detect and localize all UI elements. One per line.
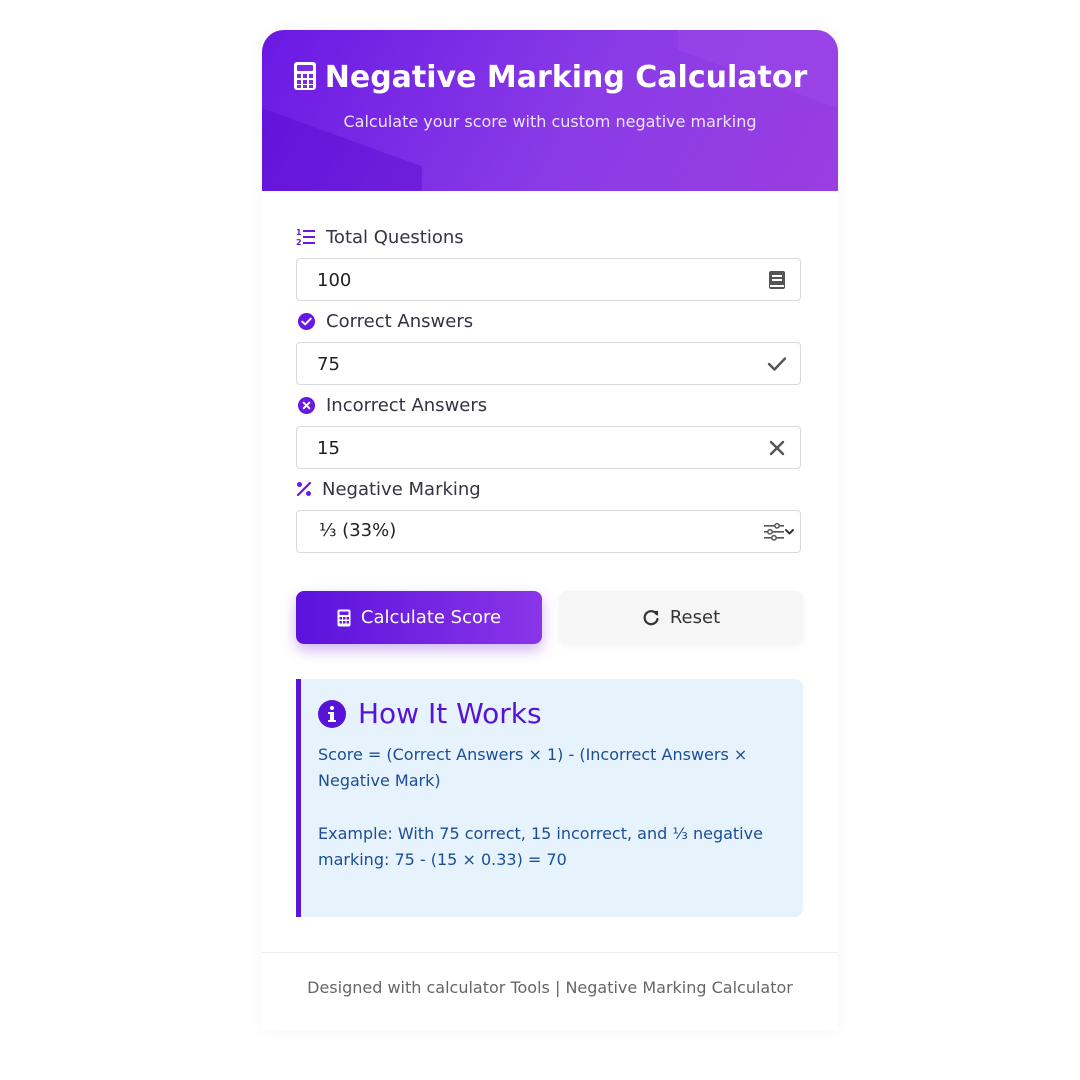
redo-icon xyxy=(642,609,660,627)
incorrect-answers-label: Incorrect Answers xyxy=(296,393,487,417)
check-icon xyxy=(766,353,788,375)
reset-button[interactable]: Reset xyxy=(559,591,803,644)
how-it-works-panel: How It Works Score = (Correct Answers × … xyxy=(296,679,803,917)
info-heading: How It Works xyxy=(318,697,542,730)
divider xyxy=(262,952,838,953)
page-title: Negative Marking Calculator xyxy=(262,60,838,99)
info-title-text: How It Works xyxy=(358,697,542,730)
info-icon xyxy=(318,699,346,728)
label-text: Incorrect Answers xyxy=(326,394,488,416)
negative-marking-select[interactable]: ⅓ (33%) xyxy=(296,510,801,553)
svg-text:1: 1 xyxy=(296,228,302,237)
total-questions-field[interactable] xyxy=(296,258,801,301)
correct-answers-input[interactable] xyxy=(315,343,739,385)
percent-icon xyxy=(296,479,312,499)
x-circle-icon xyxy=(296,395,316,415)
label-text: Negative Marking xyxy=(322,478,481,500)
total-questions-label: 1 2 Total Questions xyxy=(296,225,464,249)
ordered-list-icon: 1 2 xyxy=(296,227,316,247)
calculator-card: Negative Marking Calculator Calculate yo… xyxy=(262,30,838,1030)
label-text: Total Questions xyxy=(326,226,464,248)
info-formula: Score = (Correct Answers × 1) - (Incorre… xyxy=(318,745,748,790)
calculate-label: Calculate Score xyxy=(360,607,502,628)
header-decoration xyxy=(262,93,422,191)
correct-answers-label: Correct Answers xyxy=(296,309,473,333)
total-questions-input[interactable] xyxy=(315,259,739,301)
label-text: Correct Answers xyxy=(326,310,474,332)
incorrect-answers-field[interactable] xyxy=(296,426,801,469)
negative-marking-value: ⅓ (33%) xyxy=(319,520,397,541)
negative-marking-label: Negative Marking xyxy=(296,477,481,501)
calculator-icon xyxy=(337,609,351,627)
calculator-icon xyxy=(293,61,317,99)
sliders-chevron-icon[interactable] xyxy=(762,521,796,543)
title-text: Negative Marking Calculator xyxy=(324,60,808,95)
correct-answers-field[interactable] xyxy=(296,342,801,385)
info-example: Example: With 75 correct, 15 incorrect, … xyxy=(318,824,763,869)
calculate-score-button[interactable]: Calculate Score xyxy=(296,591,542,644)
book-icon xyxy=(766,269,788,291)
incorrect-answers-input[interactable] xyxy=(315,427,739,469)
footer-text: Designed with calculator Tools | Negativ… xyxy=(307,978,793,997)
svg-text:2: 2 xyxy=(296,238,302,247)
check-circle-icon xyxy=(296,311,316,331)
header: Negative Marking Calculator Calculate yo… xyxy=(262,30,838,191)
reset-label: Reset xyxy=(669,607,721,628)
x-icon xyxy=(766,437,788,459)
subtitle: Calculate your score with custom negativ… xyxy=(343,112,757,131)
